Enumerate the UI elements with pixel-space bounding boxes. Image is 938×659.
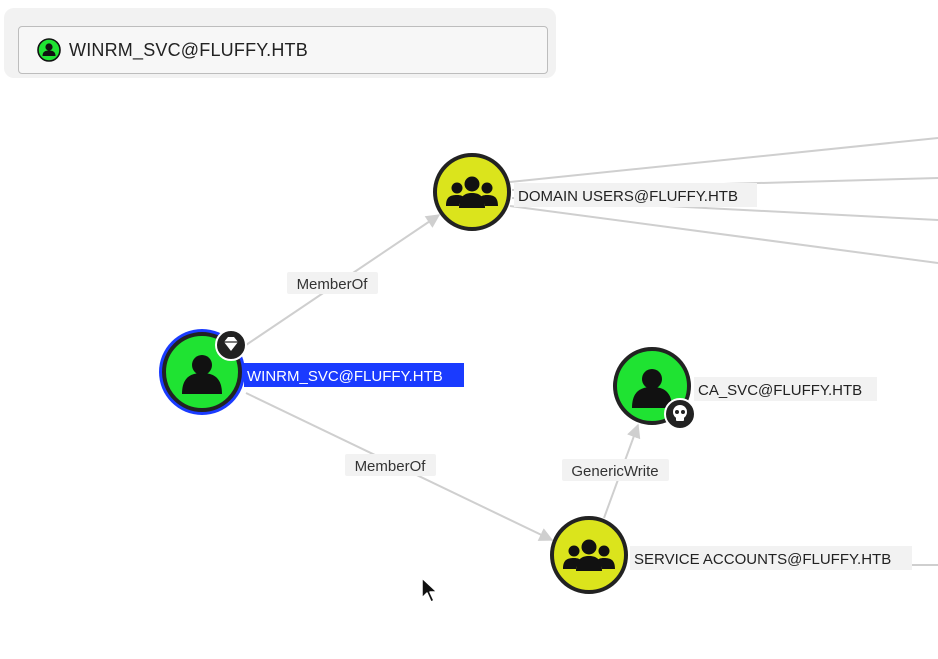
edge-offscreen [509, 205, 938, 264]
edge-label: MemberOf [297, 276, 369, 293]
node-service-accounts[interactable]: SERVICE ACCOUNTS@FLUFFY.HTB [550, 516, 912, 594]
node-ca-svc[interactable]: CA_SVC@FLUFFY.HTB [613, 347, 877, 430]
user-icon [37, 38, 61, 62]
edge-offscreen [509, 137, 938, 183]
graph-canvas[interactable]: MemberOf MemberOf GenericWrite DOMAIN US… [0, 0, 938, 659]
edge-memberof-service-accounts[interactable]: MemberOf [245, 392, 554, 541]
edge-genericwrite[interactable]: GenericWrite [562, 423, 669, 519]
mouse-cursor-icon [421, 577, 438, 603]
skull-icon [664, 398, 696, 430]
search-input[interactable]: WINRM_SVC@FLUFFY.HTB [18, 26, 548, 74]
node-winrm-svc[interactable]: WINRM_SVC@FLUFFY.HTB [159, 329, 464, 415]
edge-label: MemberOf [355, 458, 427, 475]
node-label: DOMAIN USERS@FLUFFY.HTB [518, 188, 738, 205]
node-label: WINRM_SVC@FLUFFY.HTB [247, 368, 443, 385]
edge-memberof-domain-users[interactable]: MemberOf [245, 214, 441, 346]
gem-icon [215, 329, 247, 361]
search-value: WINRM_SVC@FLUFFY.HTB [69, 39, 308, 60]
graph-view[interactable]: MemberOf MemberOf GenericWrite DOMAIN US… [0, 0, 938, 659]
edge-label: GenericWrite [571, 463, 658, 480]
search-panel: WINRM_SVC@FLUFFY.HTB [4, 8, 556, 78]
node-label: CA_SVC@FLUFFY.HTB [698, 382, 862, 399]
node-label: SERVICE ACCOUNTS@FLUFFY.HTB [634, 551, 891, 568]
